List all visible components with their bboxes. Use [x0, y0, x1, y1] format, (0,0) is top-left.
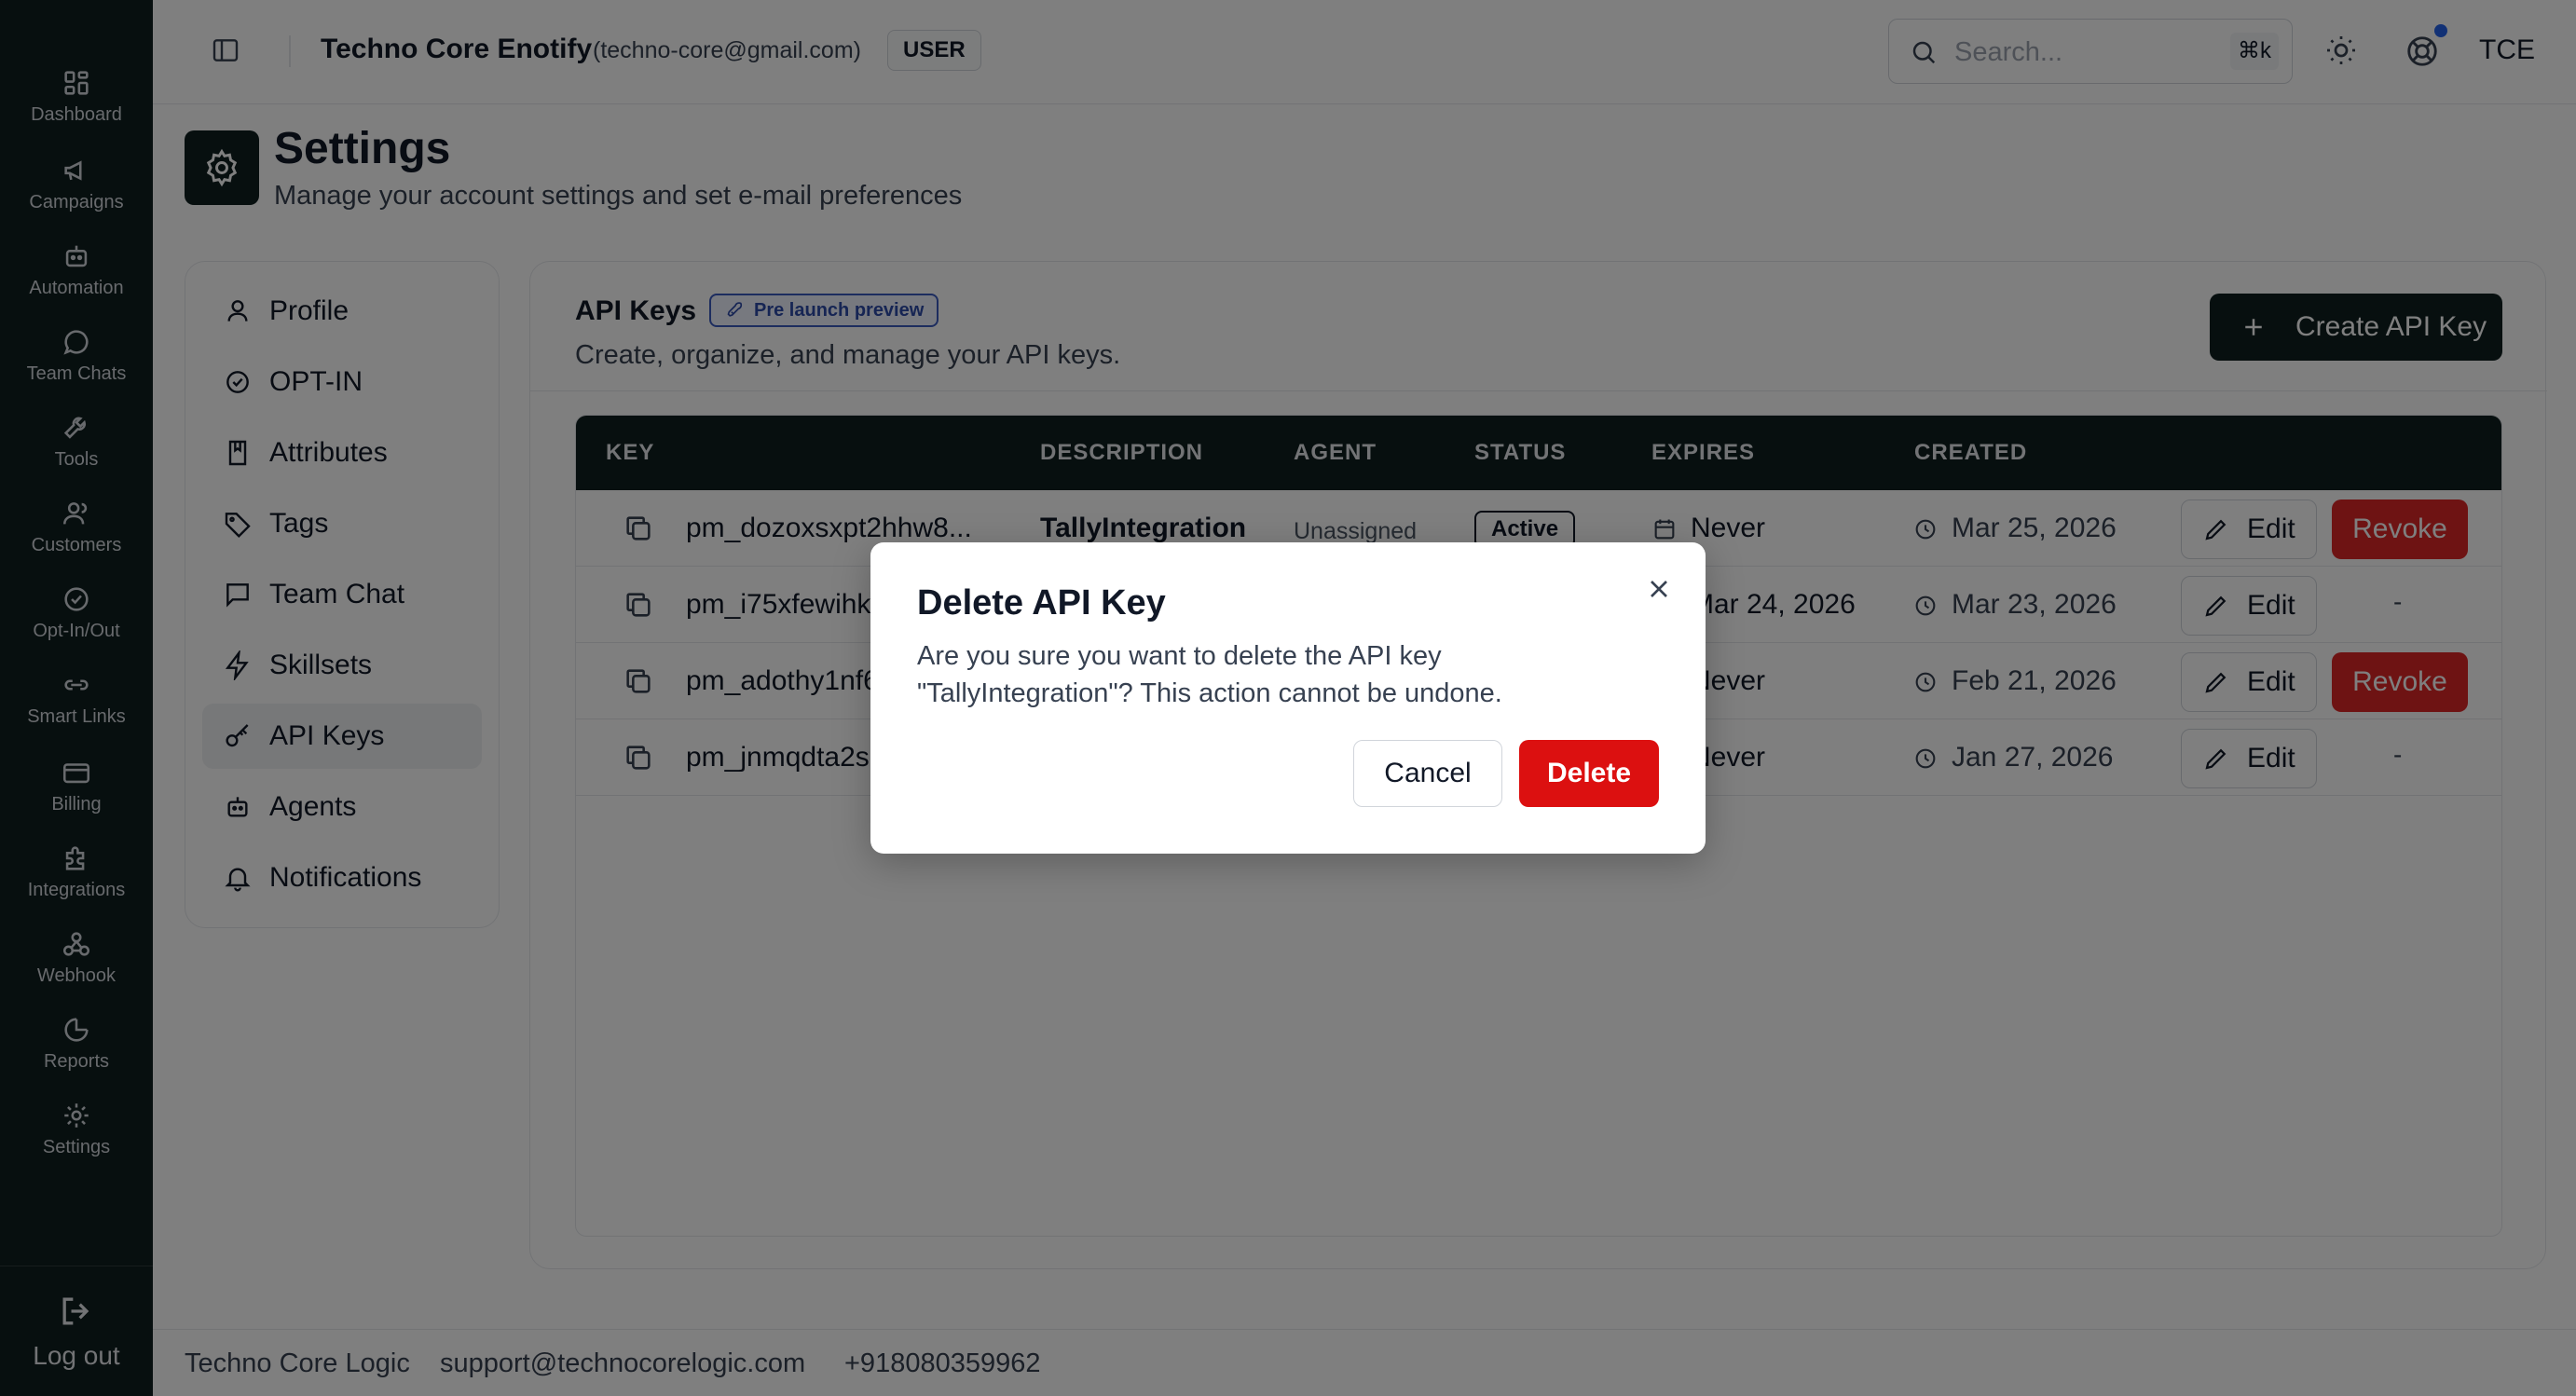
- delete-button[interactable]: Delete: [1519, 740, 1659, 807]
- dialog-title: Delete API Key: [917, 583, 1166, 623]
- cancel-button[interactable]: Cancel: [1353, 740, 1502, 807]
- delete-api-key-dialog: Delete API Key Are you sure you want to …: [870, 542, 1706, 854]
- delete-label: Delete: [1546, 758, 1632, 788]
- close-icon[interactable]: [1644, 574, 1674, 604]
- dialog-message: Are you sure you want to delete the API …: [917, 641, 1502, 708]
- cancel-label: Cancel: [1384, 758, 1472, 788]
